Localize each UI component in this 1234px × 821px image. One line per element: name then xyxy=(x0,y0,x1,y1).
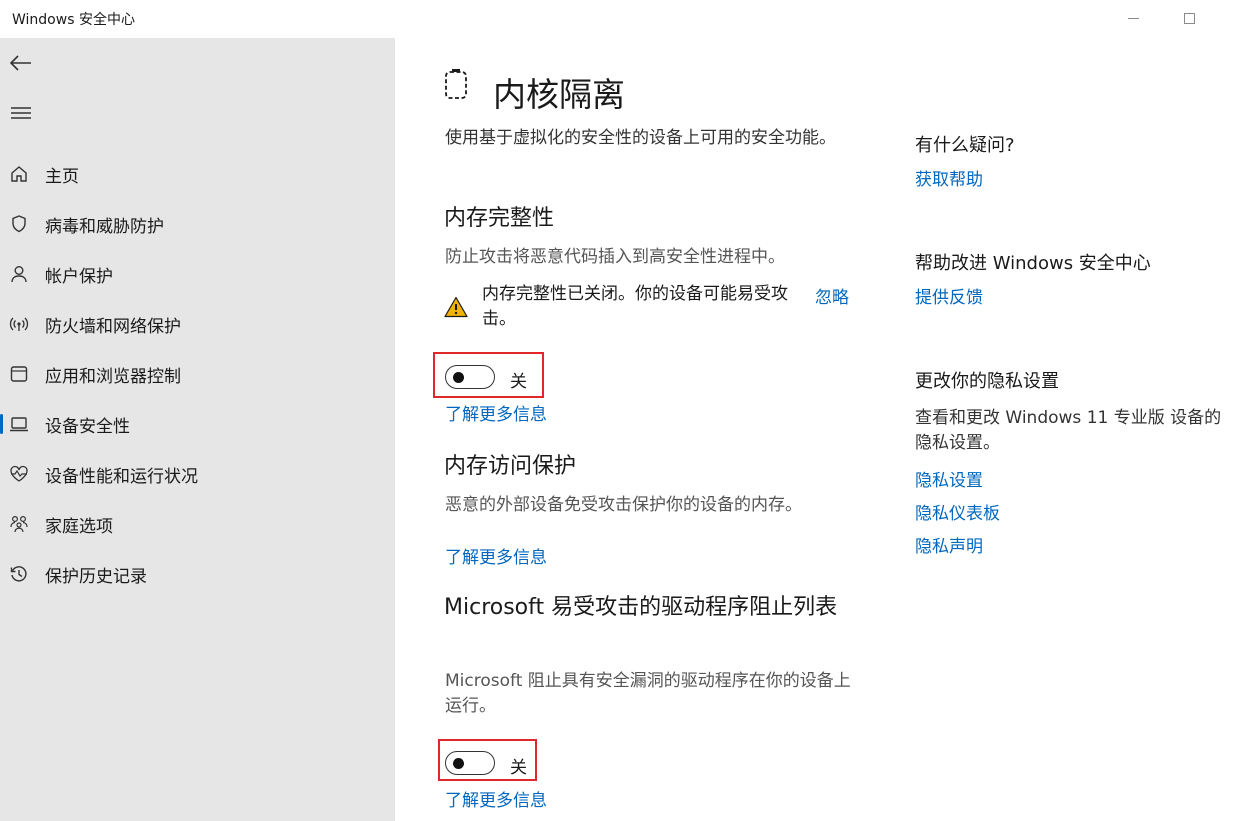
sidebar-item-label: 应用和浏览器控制 xyxy=(45,367,181,387)
sidebar-item-label: 设备性能和运行状况 xyxy=(45,467,198,487)
privacy-dashboard-link[interactable]: 隐私仪表板 xyxy=(915,499,1000,524)
history-icon xyxy=(9,564,29,584)
help-heading: 有什么疑问? xyxy=(915,135,1015,156)
sidebar-item-device-performance[interactable]: 设备性能和运行状况 xyxy=(0,454,395,494)
sidebar-item-firewall[interactable]: 防火墙和网络保护 xyxy=(0,304,395,344)
feedback-heading: 帮助改进 Windows 安全中心 xyxy=(915,253,1151,274)
memory-integrity-learn-more-link[interactable]: 了解更多信息 xyxy=(445,400,547,425)
dismiss-link[interactable]: 忽略 xyxy=(815,283,849,308)
sidebar-item-label: 家庭选项 xyxy=(45,517,113,537)
menu-button[interactable] xyxy=(8,100,34,126)
privacy-settings-link[interactable]: 隐私设置 xyxy=(915,466,983,491)
sidebar-item-family-options[interactable]: 家庭选项 xyxy=(0,504,395,544)
driver-blocklist-learn-more-link[interactable]: 了解更多信息 xyxy=(445,786,547,811)
toggle-knob xyxy=(453,758,464,769)
memory-integrity-warning: 内存完整性已关闭。你的设备可能易受攻击。 xyxy=(482,284,788,329)
sidebar-item-label: 保护历史记录 xyxy=(45,567,147,587)
privacy-heading: 更改你的隐私设置 xyxy=(915,371,1059,392)
main-content: 内核隔离 使用基于虚拟化的安全性的设备上可用的安全功能。 内存完整性 防止攻击将… xyxy=(395,38,1234,821)
maximize-icon xyxy=(1183,12,1195,24)
family-icon xyxy=(9,514,29,534)
memory-integrity-toggle[interactable] xyxy=(445,365,495,389)
driver-blocklist-description: Microsoft 阻止具有安全漏洞的驱动程序在你的设备上运行。 xyxy=(445,671,851,716)
sidebar-item-label: 防火墙和网络保护 xyxy=(45,317,181,337)
minimize-button[interactable] xyxy=(1113,6,1153,30)
active-indicator xyxy=(0,414,3,434)
back-button[interactable] xyxy=(8,50,34,76)
page-intro: 使用基于虚拟化的安全性的设备上可用的安全功能。 xyxy=(445,128,836,148)
wireless-signal-icon xyxy=(9,314,29,334)
sidebar-item-label: 帐户保护 xyxy=(45,267,113,287)
laptop-icon xyxy=(9,414,29,434)
sidebar-item-label: 主页 xyxy=(45,167,79,187)
person-icon xyxy=(9,264,29,284)
sidebar-item-app-browser-control[interactable]: 应用和浏览器控制 xyxy=(0,354,395,394)
get-help-link[interactable]: 获取帮助 xyxy=(915,165,983,190)
sidebar-item-protection-history[interactable]: 保护历史记录 xyxy=(0,554,395,594)
driver-blocklist-toggle[interactable] xyxy=(445,751,495,775)
browser-window-icon xyxy=(9,364,29,384)
warning-icon xyxy=(444,296,468,318)
driver-blocklist-toggle-label: 关 xyxy=(510,758,527,778)
privacy-description: 查看和更改 Windows 11 专业版 设备的隐私设置。 xyxy=(915,408,1222,453)
sidebar: 主页 病毒和威胁防护 帐户保护 防火墙和网络保护 应用和浏览器控制 设备安全性 … xyxy=(0,38,395,821)
home-icon xyxy=(9,164,29,184)
window-title: Windows 安全中心 xyxy=(12,12,135,28)
memory-integrity-description: 防止攻击将恶意代码插入到高安全性进程中。 xyxy=(445,247,785,267)
sidebar-item-device-security[interactable]: 设备安全性 xyxy=(0,404,395,444)
privacy-statement-link[interactable]: 隐私声明 xyxy=(915,532,983,557)
memory-integrity-toggle-label: 关 xyxy=(510,372,527,392)
driver-blocklist-heading: Microsoft 易受攻击的驱动程序阻止列表 xyxy=(444,595,838,620)
sidebar-item-virus-protection[interactable]: 病毒和威胁防护 xyxy=(0,204,395,244)
sidebar-item-label: 设备安全性 xyxy=(45,417,130,437)
maximize-button[interactable] xyxy=(1169,6,1209,30)
sidebar-item-account-protection[interactable]: 帐户保护 xyxy=(0,254,395,294)
sidebar-item-label: 病毒和威胁防护 xyxy=(45,217,164,237)
page-title: 内核隔离 xyxy=(493,75,625,114)
hamburger-menu-icon xyxy=(11,107,31,119)
shield-icon xyxy=(9,214,29,234)
memory-integrity-heading: 内存完整性 xyxy=(444,206,555,231)
toggle-knob xyxy=(453,372,464,383)
memory-access-description: 恶意的外部设备免受攻击保护你的设备的内存。 xyxy=(445,495,802,515)
sidebar-item-home[interactable]: 主页 xyxy=(0,154,395,194)
memory-access-learn-more-link[interactable]: 了解更多信息 xyxy=(445,543,547,568)
minimize-icon xyxy=(1127,17,1139,19)
heart-pulse-icon xyxy=(9,464,29,484)
give-feedback-link[interactable]: 提供反馈 xyxy=(915,283,983,308)
core-isolation-chip-icon xyxy=(445,69,467,99)
back-arrow-icon xyxy=(10,55,31,71)
memory-access-heading: 内存访问保护 xyxy=(444,454,577,479)
title-bar: Windows 安全中心 xyxy=(0,0,1234,38)
